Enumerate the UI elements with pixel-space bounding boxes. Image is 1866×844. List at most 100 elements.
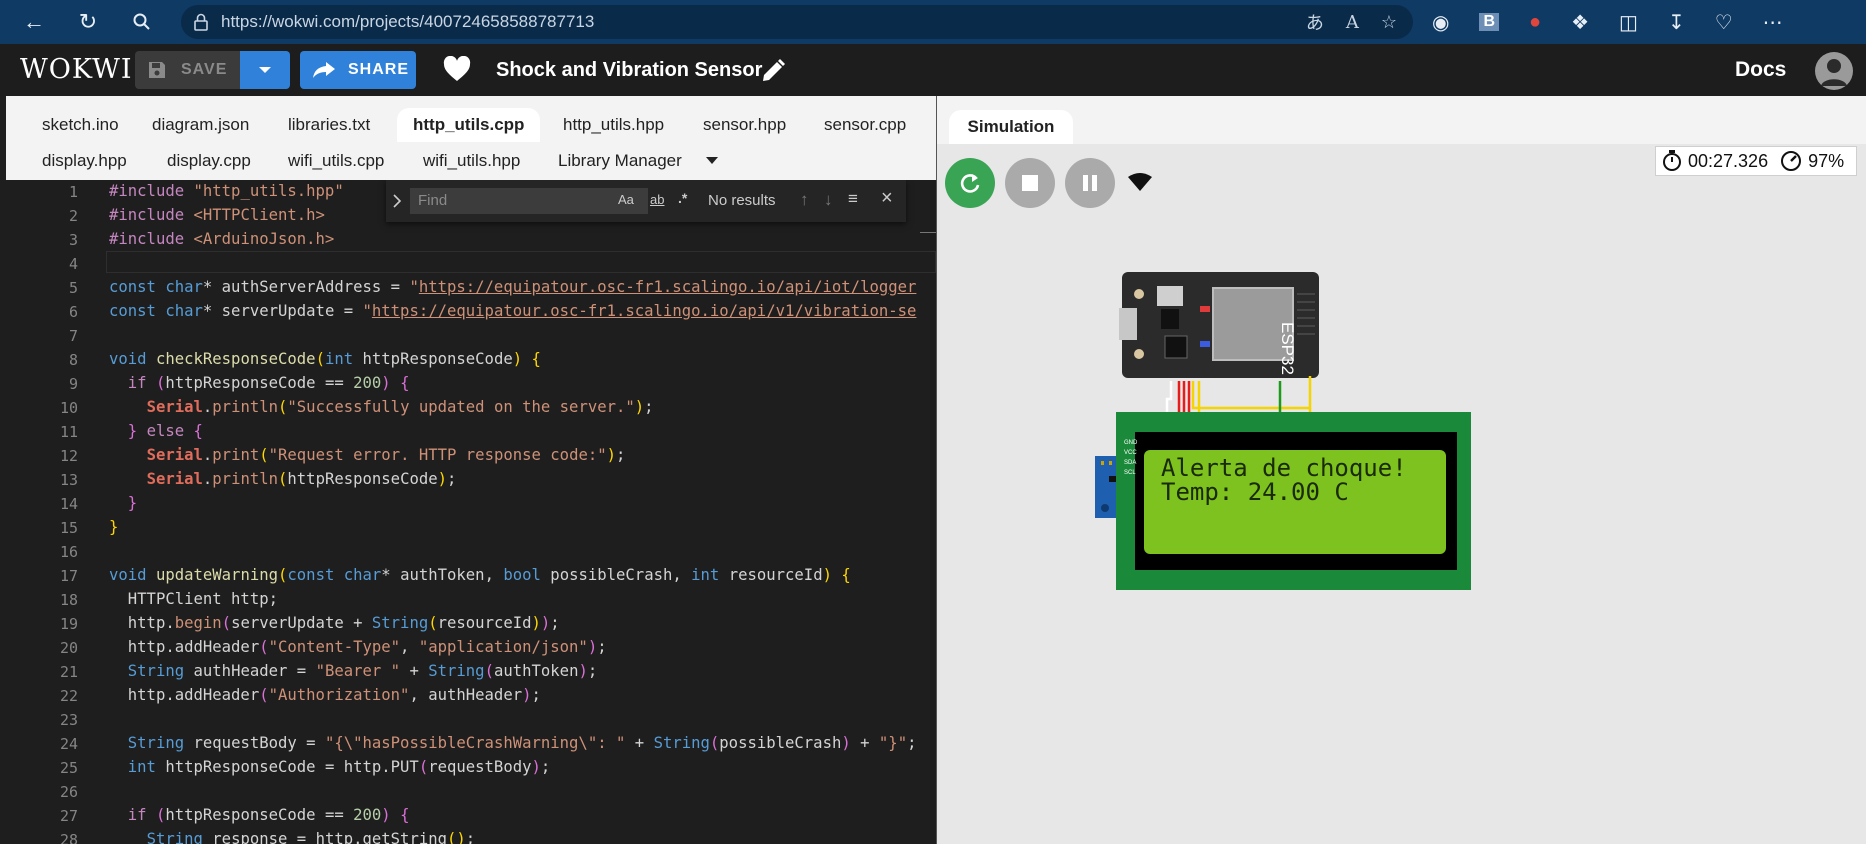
code-line: Serial.print("Request error. HTTP respon… — [146, 446, 626, 464]
code-line: http.addHeader("Content-Type", "applicat… — [109, 638, 607, 656]
line-number: 25 — [59, 759, 78, 777]
find-in-selection-icon[interactable]: ≡ — [848, 189, 858, 209]
code-line: const char* serverUpdate = "https://equi… — [109, 302, 917, 320]
downloads-icon[interactable]: ↧ — [1668, 10, 1685, 35]
regex-icon[interactable]: .* — [678, 190, 687, 206]
code-line: int httpResponseCode = http.PUT(requestB… — [127, 758, 551, 776]
extensions-puzzle-icon[interactable]: ❖ — [1571, 10, 1589, 35]
line-number: 14 — [59, 495, 78, 513]
line-number: 16 — [59, 543, 78, 561]
previous-match-icon[interactable]: ↑ — [800, 190, 809, 210]
current-line-highlight — [106, 251, 936, 273]
tab-sketch-ino[interactable]: sketch.ino — [26, 108, 135, 142]
split-screen-icon[interactable]: ◫ — [1619, 10, 1638, 35]
address-bar[interactable]: https://wokwi.com/projects/4007246585887… — [181, 5, 1413, 39]
save-dropdown-button[interactable] — [240, 51, 290, 89]
code-line: if (httpResponseCode == 200) { — [127, 806, 410, 824]
refresh-icon[interactable]: ↻ — [68, 0, 108, 44]
next-match-icon[interactable]: ↓ — [824, 190, 833, 210]
tab-http-utils-cpp[interactable]: http_utils.cpp — [397, 108, 541, 142]
save-disk-icon — [149, 62, 165, 78]
match-case-icon[interactable]: Aa — [618, 192, 634, 207]
code-line: #include <HTTPClient.h> — [109, 206, 325, 224]
line-number: 9 — [68, 375, 78, 393]
save-button[interactable]: SAVE — [135, 51, 240, 89]
line-number: 2 — [68, 207, 78, 225]
more-menu-icon[interactable]: ⋯ — [1763, 10, 1783, 35]
line-number: 1 — [68, 183, 78, 201]
line-number: 18 — [59, 591, 78, 609]
project-title[interactable]: Shock and Vibration Sensor — [496, 59, 762, 82]
read-aloud-icon[interactable]: A — [1346, 12, 1359, 33]
circuit-diagram — [1095, 272, 1471, 590]
user-avatar[interactable] — [1815, 52, 1853, 90]
like-heart-icon[interactable] — [443, 55, 471, 87]
tab-wifi-utils-cpp[interactable]: wifi_utils.cpp — [272, 144, 400, 178]
code-line: const char* authServerAddress = "https:/… — [109, 278, 917, 296]
browser-toolbar: ← ↻ https://wokwi.com/projects/400724658… — [0, 0, 1866, 44]
line-number: 5 — [68, 279, 78, 297]
save-label: SAVE — [181, 61, 228, 78]
close-find-icon[interactable]: × — [881, 187, 893, 210]
back-icon[interactable]: ← — [14, 0, 54, 44]
url-text: https://wokwi.com/projects/4007246585887… — [221, 12, 595, 31]
code-line: Serial.println(httpResponseCode); — [146, 470, 457, 488]
code-line: String response = http.getString(); — [146, 830, 476, 844]
tab-display-hpp[interactable]: display.hpp — [26, 144, 143, 178]
line-number: 15 — [59, 519, 78, 537]
edit-pencil-icon[interactable] — [760, 58, 786, 89]
tab-libraries-txt[interactable]: libraries.txt — [272, 108, 386, 142]
lcd-pin-scl: SCL — [1124, 470, 1136, 476]
line-number: 19 — [59, 615, 78, 633]
extension-lock-icon[interactable]: ● — [1529, 11, 1541, 34]
code-line: } — [109, 518, 119, 536]
wokwi-header: WOKWI SAVE SHARE Shock and Vibration Sen… — [0, 44, 1866, 96]
tab-display-cpp[interactable]: display.cpp — [151, 144, 267, 178]
tab-sensor-cpp[interactable]: sensor.cpp — [808, 108, 922, 142]
line-number: 23 — [59, 711, 78, 729]
code-line: http.addHeader("Authorization", authHead… — [109, 686, 541, 704]
code-line: http.begin(serverUpdate + String(resourc… — [109, 614, 560, 632]
line-number: 24 — [59, 735, 78, 753]
line-number: 12 — [59, 447, 78, 465]
search-icon[interactable] — [122, 0, 162, 44]
find-results: No results — [708, 192, 776, 209]
code-editor[interactable]: 1 2 3 4 5 6 7 8 9 10 11 12 13 14 15 16 17 18 19 20 21 22 23 24 2… — [6, 180, 936, 844]
favorite-star-icon[interactable]: ☆ — [1381, 12, 1397, 33]
tab-wifi-utils-hpp[interactable]: wifi_utils.hpp — [407, 144, 536, 178]
browser-essentials-icon[interactable]: ♡ — [1715, 10, 1733, 35]
line-number: 26 — [59, 783, 78, 801]
tabs-overflow-caret-icon[interactable] — [706, 152, 718, 170]
code-line: if (httpResponseCode == 200) { — [127, 374, 410, 392]
toggle-replace-chevron-icon[interactable] — [392, 194, 402, 208]
line-number: 7 — [68, 327, 78, 345]
line-number: 13 — [59, 471, 78, 489]
code-line: String requestBody = "{\"hasPossibleCras… — [127, 734, 917, 752]
share-button[interactable]: SHARE — [300, 51, 416, 89]
tab-sensor-hpp[interactable]: sensor.hpp — [687, 108, 802, 142]
share-label: SHARE — [348, 61, 410, 78]
code-line: #include <ArduinoJson.h> — [109, 230, 335, 248]
tab-library-manager[interactable]: Library Manager — [542, 144, 698, 178]
tab-http-utils-hpp[interactable]: http_utils.hpp — [547, 108, 680, 142]
code-line: } else { — [127, 422, 203, 440]
whole-word-icon[interactable]: ab — [650, 192, 664, 207]
line-number: 11 — [59, 423, 78, 441]
find-input[interactable]: Find — [410, 188, 648, 214]
extension-owl-icon[interactable]: ◉ — [1432, 10, 1449, 35]
wokwi-logo[interactable]: WOKWI — [20, 54, 133, 85]
file-tabs: sketch.ino diagram.json libraries.txt ht… — [6, 96, 936, 180]
translate-icon[interactable]: あ — [1306, 9, 1324, 35]
code-line: HTTPClient http; — [109, 590, 278, 608]
code-line: Serial.println("Successfully updated on … — [146, 398, 654, 416]
caret-down-icon — [259, 67, 271, 73]
extension-b-icon[interactable]: B — [1479, 13, 1500, 31]
line-number: 27 — [59, 807, 78, 825]
docs-link[interactable]: Docs — [1735, 58, 1786, 82]
simulation-canvas[interactable]: 00:27.326 97% ESP32 Alerta de choque! Te… — [937, 144, 1866, 844]
browser-extensions: ◉ B ● ❖ ◫ ↧ ♡ ⋯ — [1432, 0, 1783, 44]
line-number: 4 — [68, 255, 78, 273]
tab-diagram-json[interactable]: diagram.json — [136, 108, 265, 142]
tab-simulation[interactable]: Simulation — [949, 110, 1073, 144]
find-widget: Find Aa ab .* No results ↑ ↓ ≡ × — [386, 180, 906, 222]
